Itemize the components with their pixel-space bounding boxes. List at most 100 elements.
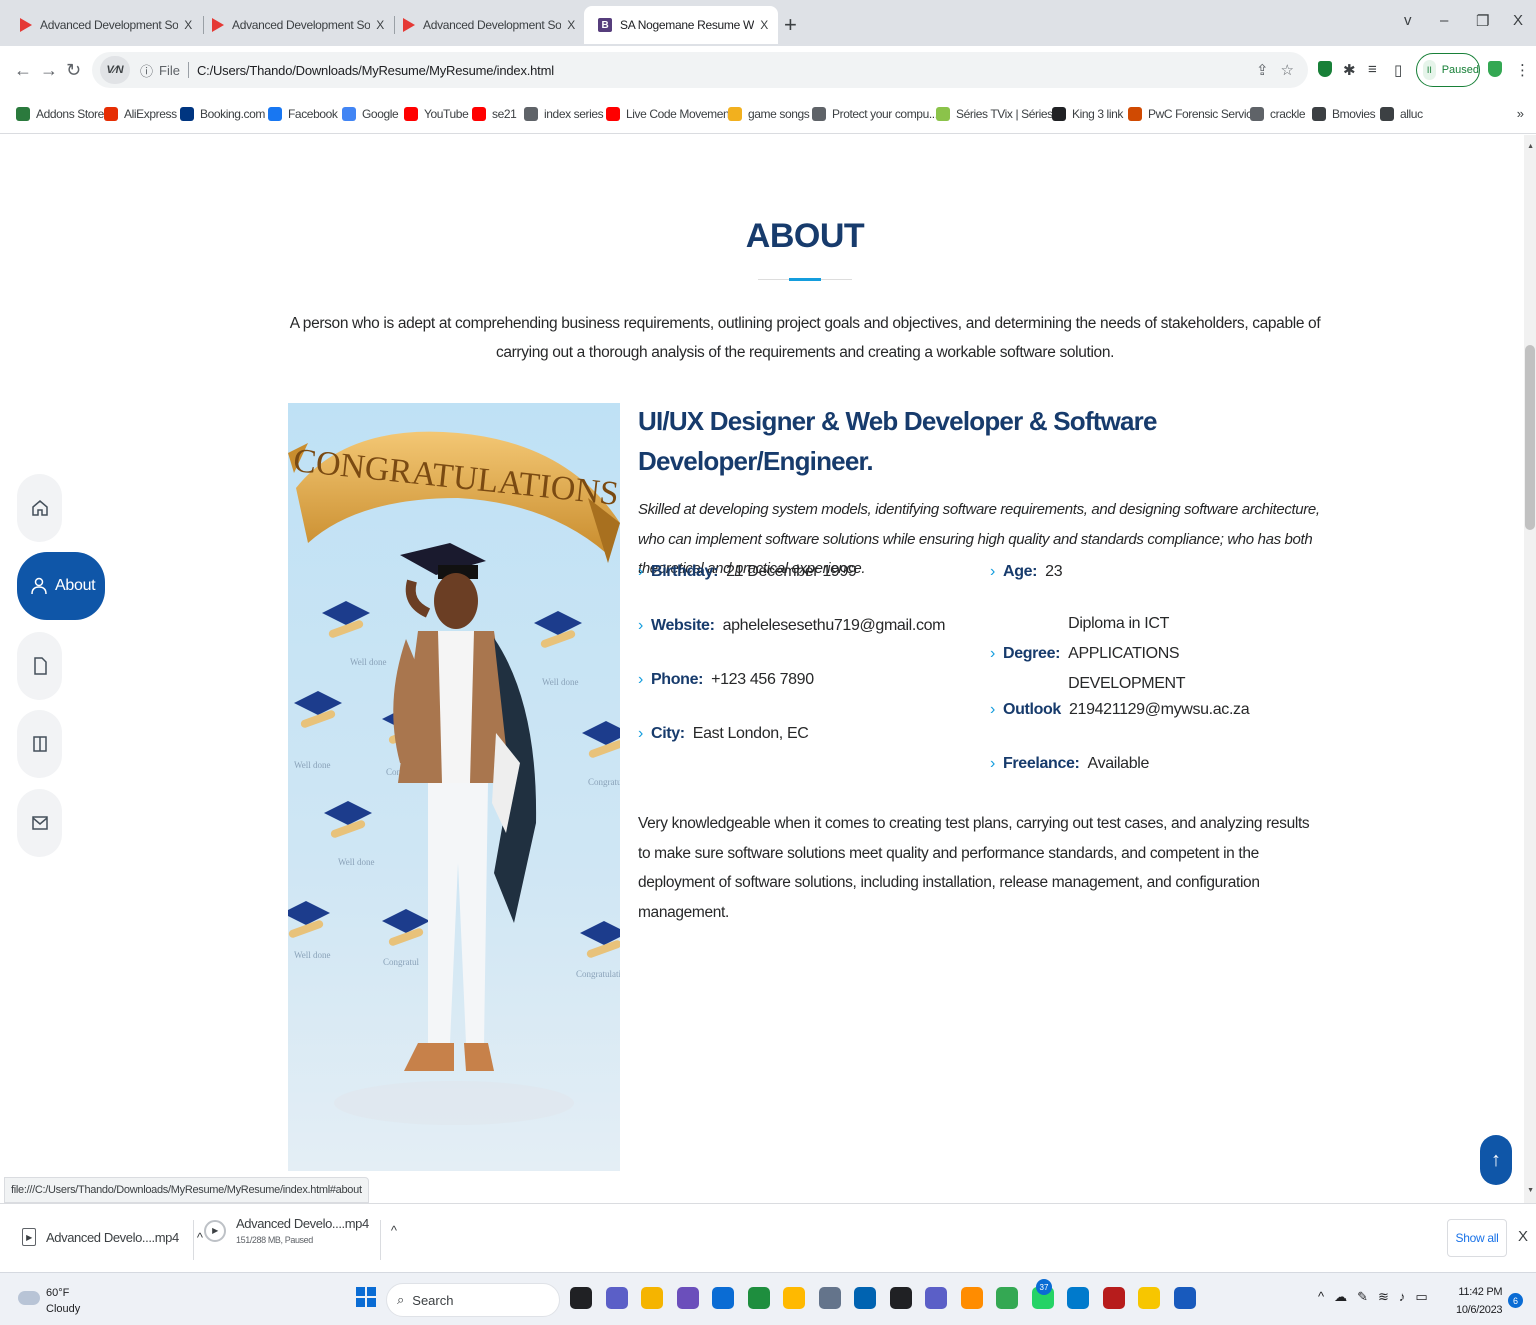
browser-tab-4-active[interactable]: B SA Nogemane Resume Website X	[584, 6, 778, 44]
chevron-right-icon: ›	[990, 563, 995, 580]
vpn-extension-icon[interactable]: V⁄N	[100, 56, 130, 84]
menu-kebab-icon[interactable]: ⋮	[1515, 61, 1530, 79]
bookmark-item[interactable]: AliExpress	[104, 107, 177, 121]
bookmark-item[interactable]: Séries TVix | Séries...	[936, 107, 1062, 121]
taskbar-app-icon[interactable]	[641, 1287, 663, 1309]
back-to-top-button[interactable]: ↑	[1480, 1135, 1512, 1185]
page-scrollbar[interactable]	[1524, 135, 1536, 1203]
bookmark-item[interactable]: se21	[472, 107, 517, 121]
taskbar-clock[interactable]: 11:42 PM 10/6/2023	[1456, 1283, 1503, 1319]
windows-start-icon[interactable]	[356, 1287, 376, 1307]
minimize-button[interactable]: –	[1440, 12, 1448, 29]
bookmark-item[interactable]: Bmovies	[1312, 107, 1376, 121]
scroll-up-arrow-icon[interactable]: ▲	[1527, 143, 1534, 150]
bookmark-item[interactable]: Addons Store	[16, 107, 104, 121]
bookmarks-overflow-button[interactable]: »	[1517, 106, 1524, 121]
taskbar-app-icon[interactable]	[1173, 1287, 1196, 1309]
weather-widget[interactable]: 60°F Cloudy	[18, 1285, 80, 1317]
taskbar-app-icon[interactable]	[570, 1287, 592, 1309]
bookmark-item[interactable]: game songs	[728, 107, 810, 121]
show-all-downloads-button[interactable]: Show all	[1447, 1219, 1507, 1257]
profile-paused-button[interactable]: II Paused	[1416, 53, 1480, 87]
bookmark-item[interactable]: Live Code Movement	[606, 107, 733, 121]
bookmark-item[interactable]: Booking.com	[180, 107, 265, 121]
pen-icon[interactable]: ✎	[1357, 1289, 1368, 1305]
extensions-puzzle-icon[interactable]: ✱	[1343, 61, 1356, 79]
bookmark-item[interactable]: alluc	[1380, 107, 1423, 121]
notification-badge[interactable]: 6	[1508, 1293, 1523, 1308]
bookmark-item[interactable]: YouTube	[404, 107, 469, 121]
taskbar-app-icon[interactable]	[1067, 1287, 1089, 1309]
taskbar-app-icon[interactable]	[1102, 1287, 1125, 1309]
bookmark-item[interactable]: Facebook	[268, 107, 338, 121]
download-item-1[interactable]: ▶ Advanced Develo....mp4 ^	[22, 1228, 203, 1246]
taskbar-app-icon[interactable]	[676, 1287, 699, 1309]
info-label: Age:	[1002, 563, 1038, 580]
volume-icon[interactable]: ♪	[1399, 1289, 1406, 1305]
nav-contact-button[interactable]	[17, 789, 62, 857]
media-queue-icon[interactable]: ≡	[1368, 61, 1377, 78]
close-icon[interactable]: X	[567, 18, 575, 32]
bookmark-item[interactable]: Protect your compu...	[812, 107, 938, 121]
info-label: Freelance:	[1002, 755, 1080, 772]
new-tab-button[interactable]: +	[784, 12, 797, 38]
bookmark-item[interactable]: King 3 link	[1052, 107, 1123, 121]
youtube-icon	[403, 18, 415, 32]
photo-tile-text: Well done	[338, 857, 375, 867]
close-icon[interactable]: X	[184, 18, 192, 32]
info-icon[interactable]: ⓘ	[140, 61, 153, 80]
taskbar-app-icon[interactable]	[818, 1287, 841, 1309]
taskbar-app-icon[interactable]	[712, 1287, 734, 1309]
bookmark-label: Bmovies	[1332, 107, 1376, 121]
taskbar-app-icon[interactable]	[889, 1287, 912, 1309]
forward-arrow-icon[interactable]: →	[40, 60, 58, 81]
back-arrow-icon[interactable]: ←	[14, 60, 32, 81]
address-bar[interactable]: V⁄N ⓘ File C:/Users/Thando/Downloads/MyR…	[92, 52, 1308, 88]
taskbar-app-icon[interactable]	[996, 1287, 1018, 1309]
chevron-up-icon[interactable]: ^	[1318, 1289, 1324, 1305]
security-check-icon[interactable]	[1488, 61, 1502, 81]
taskbar-app-icon[interactable]	[605, 1287, 628, 1309]
taskbar-app-icon[interactable]	[960, 1287, 983, 1309]
bookmark-label: Facebook	[288, 107, 338, 121]
nav-about-button[interactable]: About	[17, 552, 105, 620]
download-item-2[interactable]: ▶ Advanced Develo....mp4 151/288 MB, Pau…	[204, 1216, 397, 1245]
taskbar-app-icon[interactable]	[783, 1287, 805, 1309]
taskbar-app-icon[interactable]	[747, 1287, 770, 1309]
nav-resume-button[interactable]	[17, 632, 62, 700]
url-text[interactable]: C:/Users/Thando/Downloads/MyResume/MyRes…	[197, 63, 554, 78]
taskbar-app-icon[interactable]	[854, 1287, 876, 1309]
share-icon[interactable]: ⇪	[1256, 61, 1269, 79]
close-downloads-button[interactable]: X	[1518, 1228, 1528, 1245]
tab-search-chevron-icon[interactable]: v	[1404, 12, 1412, 29]
browser-tab-3[interactable]: Advanced Development Softwar X	[389, 6, 585, 44]
taskbar-app-icon[interactable]	[1138, 1287, 1160, 1309]
close-icon[interactable]: X	[376, 18, 384, 32]
bookmark-favicon-icon	[404, 107, 418, 121]
browser-tab-2[interactable]: Advanced Development Softwar X	[198, 6, 394, 44]
chevron-up-icon[interactable]: ^	[391, 1223, 397, 1238]
chevron-up-icon[interactable]: ^	[197, 1230, 203, 1245]
info-value: 219421129@mywsu.ac.za	[1068, 701, 1250, 718]
bookmark-item[interactable]: index series	[524, 107, 604, 121]
wifi-icon[interactable]: ≋	[1378, 1289, 1389, 1305]
restore-button[interactable]: ❐	[1476, 12, 1489, 30]
onedrive-icon[interactable]: ☁	[1334, 1289, 1347, 1305]
close-icon[interactable]: X	[760, 18, 768, 32]
reload-icon[interactable]: ↻	[66, 60, 81, 81]
taskbar-search[interactable]: ⌕ Search	[386, 1283, 560, 1317]
bookmark-item[interactable]: crackle	[1250, 107, 1306, 121]
bookmark-item[interactable]: Google	[342, 107, 399, 121]
bookmark-item[interactable]: PwC Forensic Servic...	[1128, 107, 1261, 121]
scroll-down-arrow-icon[interactable]: ▼	[1527, 1187, 1534, 1194]
scrollbar-thumb[interactable]	[1525, 345, 1535, 530]
shield-extension-icon[interactable]	[1318, 61, 1332, 81]
side-panel-icon[interactable]: ▯	[1394, 61, 1402, 79]
taskbar-app-icon[interactable]	[925, 1287, 947, 1309]
window-close-button[interactable]: X	[1513, 12, 1523, 29]
browser-tab-1[interactable]: Advanced Development Softwar X	[6, 6, 202, 44]
nav-home-button[interactable]	[17, 474, 62, 542]
bookmark-star-icon[interactable]: ☆	[1281, 61, 1294, 79]
nav-portfolio-button[interactable]	[17, 710, 62, 778]
battery-icon[interactable]: ▭	[1415, 1289, 1427, 1305]
